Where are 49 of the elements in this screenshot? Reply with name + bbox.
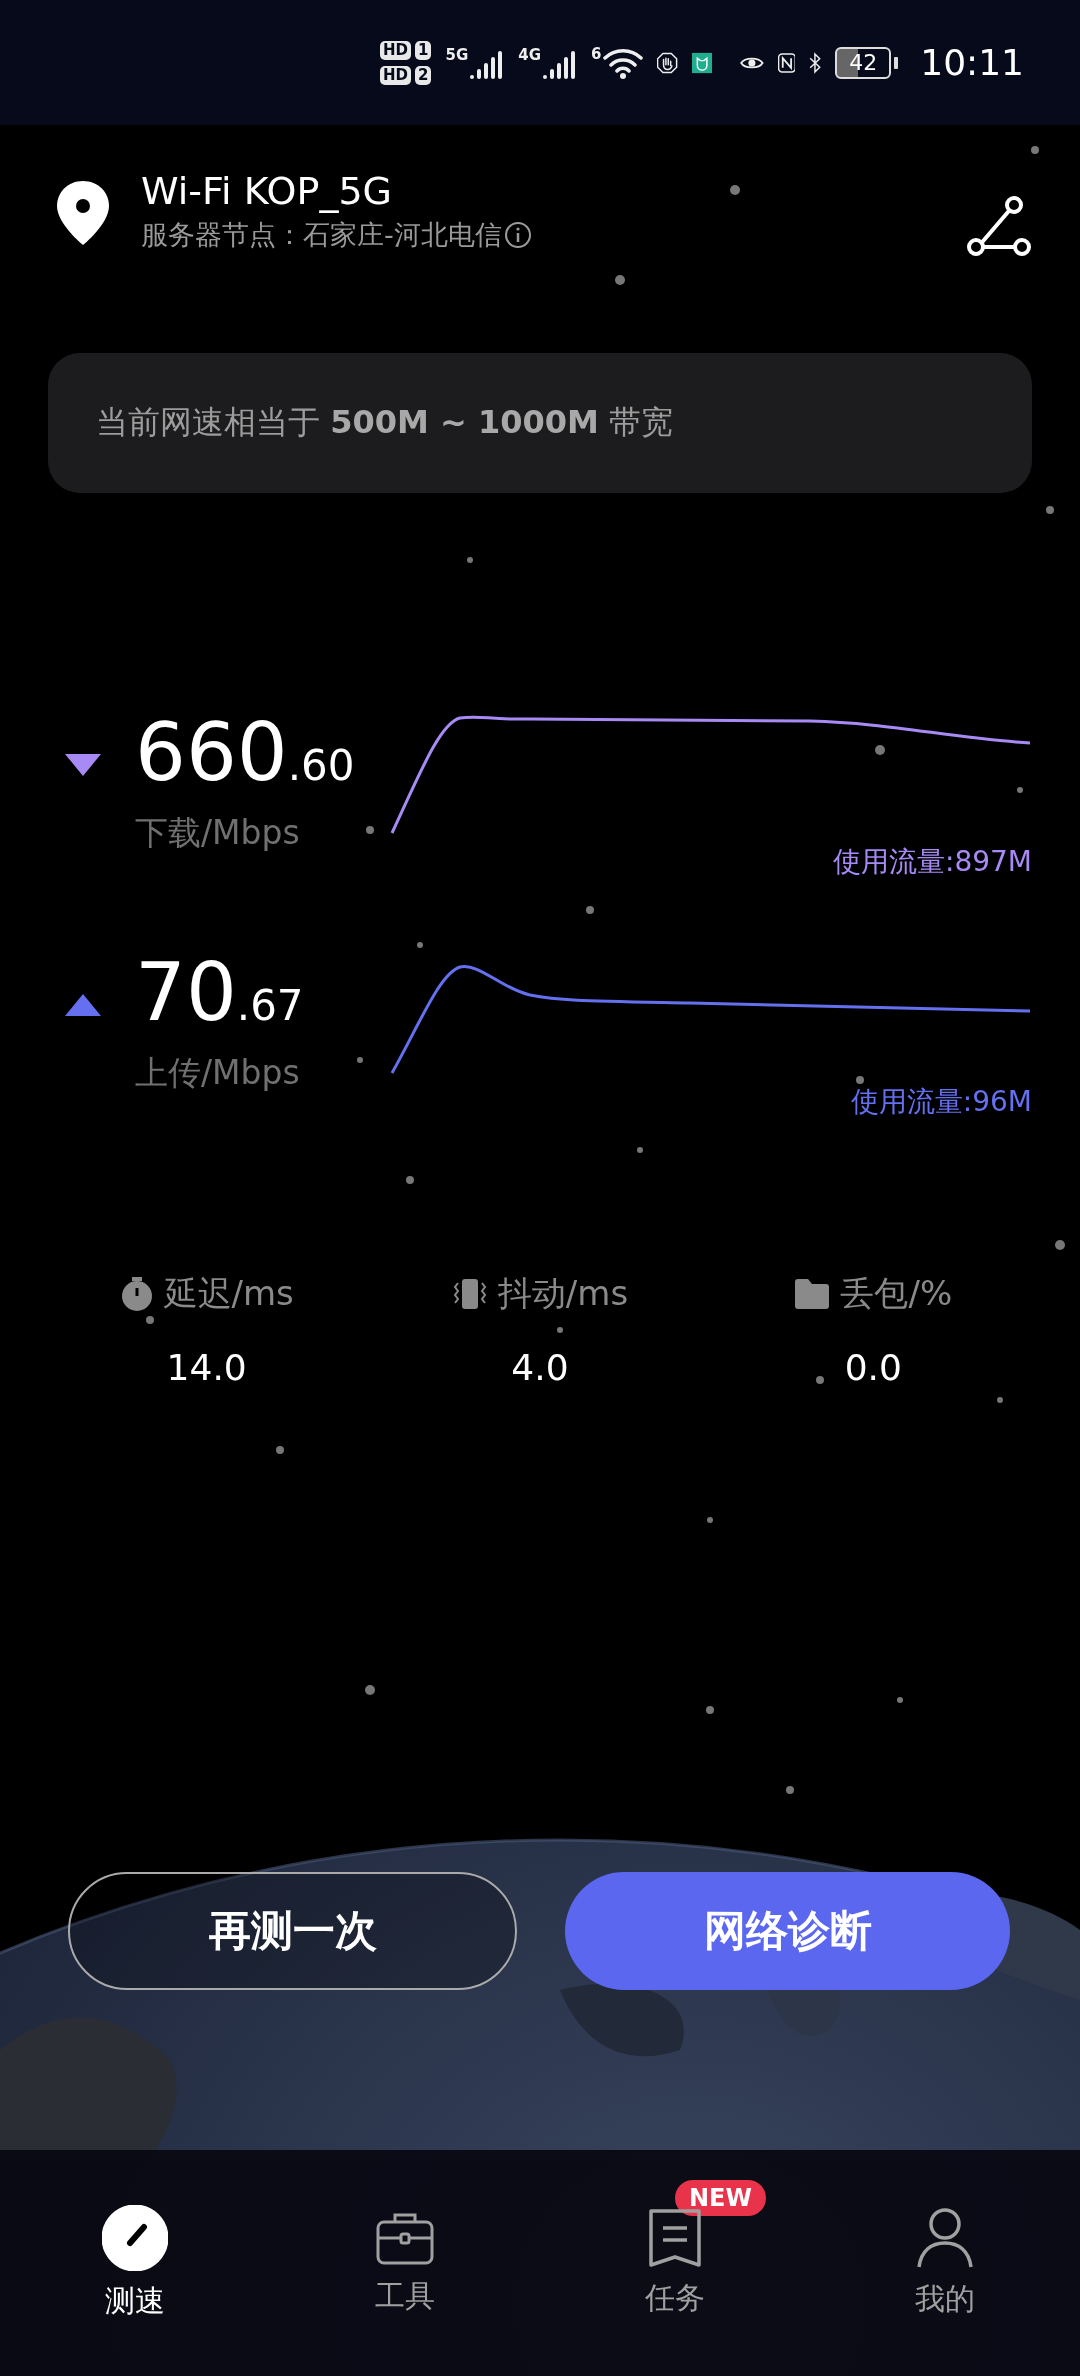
vibration-icon [451,1277,488,1311]
folder-icon [794,1278,831,1310]
data-usage: 使用流量:96M [850,1084,1032,1120]
speed-value: 660 [135,713,288,793]
stopwatch-icon [119,1276,154,1312]
network-type: 4G [518,46,541,63]
speed-unit: 下载/Mbps [135,812,301,854]
hd-voice-tag: HD [380,40,411,60]
speed-decimal: .67 [236,981,304,1030]
speed-value: 70 [135,953,237,1033]
diagnose-button[interactable]: 网络诊断 [565,1872,1010,1990]
speedometer-icon [102,2204,168,2271]
new-badge: NEW [675,2180,766,2216]
metric-label: 延迟/ms [163,1272,294,1315]
metric-value: 14.0 [166,1347,247,1388]
down-triangle-icon [65,753,101,777]
sim-slot-tag: 1 [415,40,432,60]
nav-label: 我的 [915,2279,975,2318]
share-icon[interactable] [964,195,1032,259]
nav-tab[interactable]: 测速 [0,2150,270,2376]
up-triangle-icon [65,993,101,1017]
data-usage: 使用流量:897M [832,844,1032,880]
location-pin-icon [55,179,111,247]
bookmark-list-icon [648,2207,702,2268]
battery-level: 42 [835,46,892,79]
hd-voice-tag: HD [380,65,411,85]
network-name: Wi-Fi KOP_5G [141,169,394,213]
nav-label: 测速 [105,2281,165,2320]
bandwidth-note: 当前网速相当于 500M ~ 1000M 带宽 [96,402,673,443]
clock: 10:11 [920,42,1024,83]
person-icon [916,2206,974,2269]
nav-label: 工具 [375,2276,435,2315]
retest-button[interactable]: 再测一次 [68,1872,517,1990]
metric-label: 丢包/% [840,1272,953,1315]
metric-label: 抖动/ms [497,1272,629,1315]
speed-unit: 上传/Mbps [135,1052,301,1094]
speed-decimal: .60 [287,741,355,790]
info-icon[interactable] [503,221,532,249]
wifi-band-label: 6 [590,45,602,62]
battery-tip-icon [894,56,899,69]
server-label: 服务器节点：石家庄-河北电信 [141,218,502,252]
network-type: 5G [445,46,469,63]
nav-tab[interactable]: 工具 [270,2150,540,2376]
nav-tab[interactable]: NEW 任务 [540,2150,810,2376]
nav-label: 任务 [645,2278,705,2317]
metric-value: 4.0 [511,1347,569,1388]
metric-value: 0.0 [844,1347,902,1388]
sim-slot-tag: 2 [415,65,432,85]
nav-tab[interactable]: 我的 [810,2150,1080,2376]
